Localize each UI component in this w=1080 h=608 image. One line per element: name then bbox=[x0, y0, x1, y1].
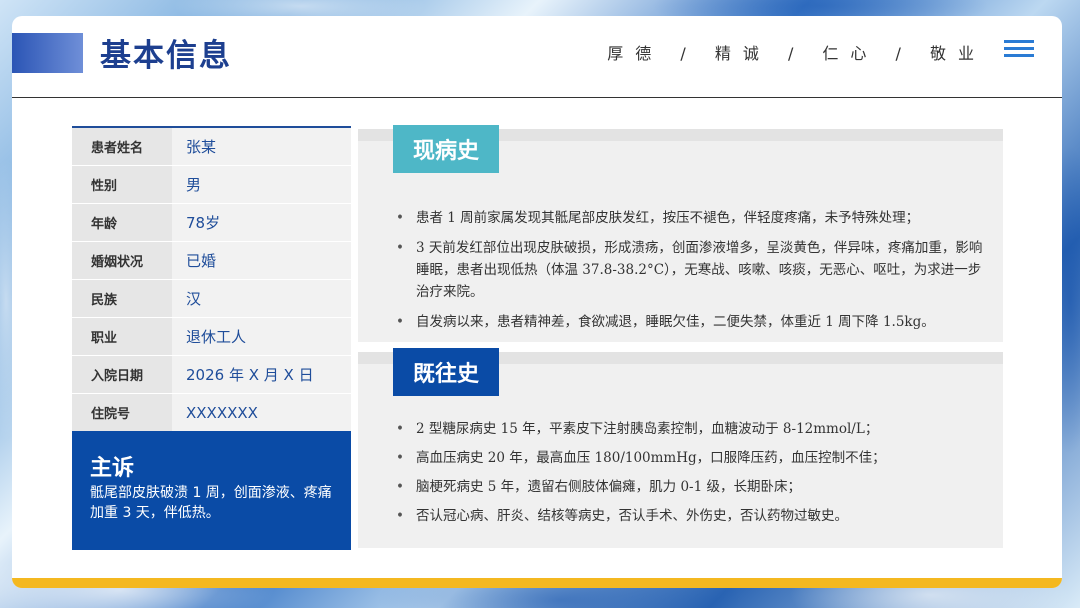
chief-complaint-heading: 主诉 bbox=[90, 456, 135, 481]
info-row: 民族 汉 bbox=[72, 280, 351, 318]
info-row: 职业 退休工人 bbox=[72, 318, 351, 356]
list-item: 自发病以来，患者精神差，食欲减退，睡眠欠佳，二便失禁，体重近 1 周下降 1.5… bbox=[396, 311, 993, 333]
page-title: 基本信息 bbox=[100, 38, 232, 74]
info-row: 住院号 XXXXXXX bbox=[72, 394, 351, 432]
info-label: 民族 bbox=[72, 280, 172, 317]
info-label: 年龄 bbox=[72, 204, 172, 241]
hamburger-icon[interactable] bbox=[1004, 40, 1034, 58]
info-value: 2026 年 X 月 X 日 bbox=[172, 356, 351, 393]
info-value: 退休工人 bbox=[172, 318, 351, 355]
present-history-panel: 现病史 患者 1 周前家属发现其骶尾部皮肤发红，按压不褪色，伴轻度疼痛，未予特殊… bbox=[358, 125, 1003, 342]
past-history-heading: 既往史 bbox=[393, 348, 500, 396]
bottom-accent-bar bbox=[12, 578, 1062, 588]
info-value: 78岁 bbox=[172, 204, 351, 241]
info-label: 职业 bbox=[72, 318, 172, 355]
info-label: 住院号 bbox=[72, 394, 172, 431]
list-item: 患者 1 周前家属发现其骶尾部皮肤发红，按压不褪色，伴轻度疼痛，未予特殊处理； bbox=[396, 207, 993, 229]
info-row: 年龄 78岁 bbox=[72, 204, 351, 242]
info-value: 张某 bbox=[172, 128, 351, 165]
present-history-heading: 现病史 bbox=[393, 125, 500, 173]
info-row: 入院日期 2026 年 X 月 X 日 bbox=[72, 356, 351, 394]
info-value: 汉 bbox=[172, 280, 351, 317]
info-value: 已婚 bbox=[172, 242, 351, 279]
info-label: 性别 bbox=[72, 166, 172, 203]
info-row: 婚姻状况 已婚 bbox=[72, 242, 351, 280]
list-item: 高血压病史 20 年，最高血压 180/100mmHg，口服降压药，血压控制不佳… bbox=[396, 447, 993, 469]
info-label: 患者姓名 bbox=[72, 128, 172, 165]
present-history-list: 患者 1 周前家属发现其骶尾部皮肤发红，按压不褪色，伴轻度疼痛，未予特殊处理； … bbox=[396, 207, 993, 341]
info-label: 婚姻状况 bbox=[72, 242, 172, 279]
title-accent-block bbox=[12, 33, 83, 73]
header-divider bbox=[12, 97, 1062, 98]
list-item: 2 型糖尿病史 15 年，平素皮下注射胰岛素控制，血糖波动于 8-12mmol/… bbox=[396, 418, 993, 440]
chief-complaint-text: 骶尾部皮肤破溃 1 周，创面渗液、疼痛加重 3 天，伴低热。 bbox=[90, 485, 332, 521]
patient-info-table: 患者姓名 张某 性别 男 年龄 78岁 婚姻状况 已婚 民族 汉 职业 退休工人… bbox=[72, 126, 351, 432]
list-item: 3 天前发红部位出现皮肤破损，形成溃疡，创面渗液增多，呈淡黄色，伴异味，疼痛加重… bbox=[396, 237, 993, 303]
info-row: 患者姓名 张某 bbox=[72, 128, 351, 166]
chief-complaint-box: 主诉 骶尾部皮肤破溃 1 周，创面渗液、疼痛加重 3 天，伴低热。 bbox=[72, 431, 351, 550]
list-item: 否认冠心病、肝炎、结核等病史，否认手术、外伤史，否认药物过敏史。 bbox=[396, 505, 993, 527]
list-item: 脑梗死病史 5 年，遗留右侧肢体偏瘫，肌力 0-1 级，长期卧床； bbox=[396, 476, 993, 498]
info-value: XXXXXXX bbox=[172, 394, 351, 431]
info-value: 男 bbox=[172, 166, 351, 203]
motto-text: 厚德 / 精诚 / 仁心 / 敬业 bbox=[607, 44, 986, 63]
info-row: 性别 男 bbox=[72, 166, 351, 204]
slide-card: 基本信息 厚德 / 精诚 / 仁心 / 敬业 患者姓名 张某 性别 男 年龄 7… bbox=[12, 16, 1062, 588]
info-label: 入院日期 bbox=[72, 356, 172, 393]
past-history-panel: 既往史 2 型糖尿病史 15 年，平素皮下注射胰岛素控制，血糖波动于 8-12m… bbox=[358, 348, 1003, 548]
past-history-list: 2 型糖尿病史 15 年，平素皮下注射胰岛素控制，血糖波动于 8-12mmol/… bbox=[396, 418, 993, 534]
